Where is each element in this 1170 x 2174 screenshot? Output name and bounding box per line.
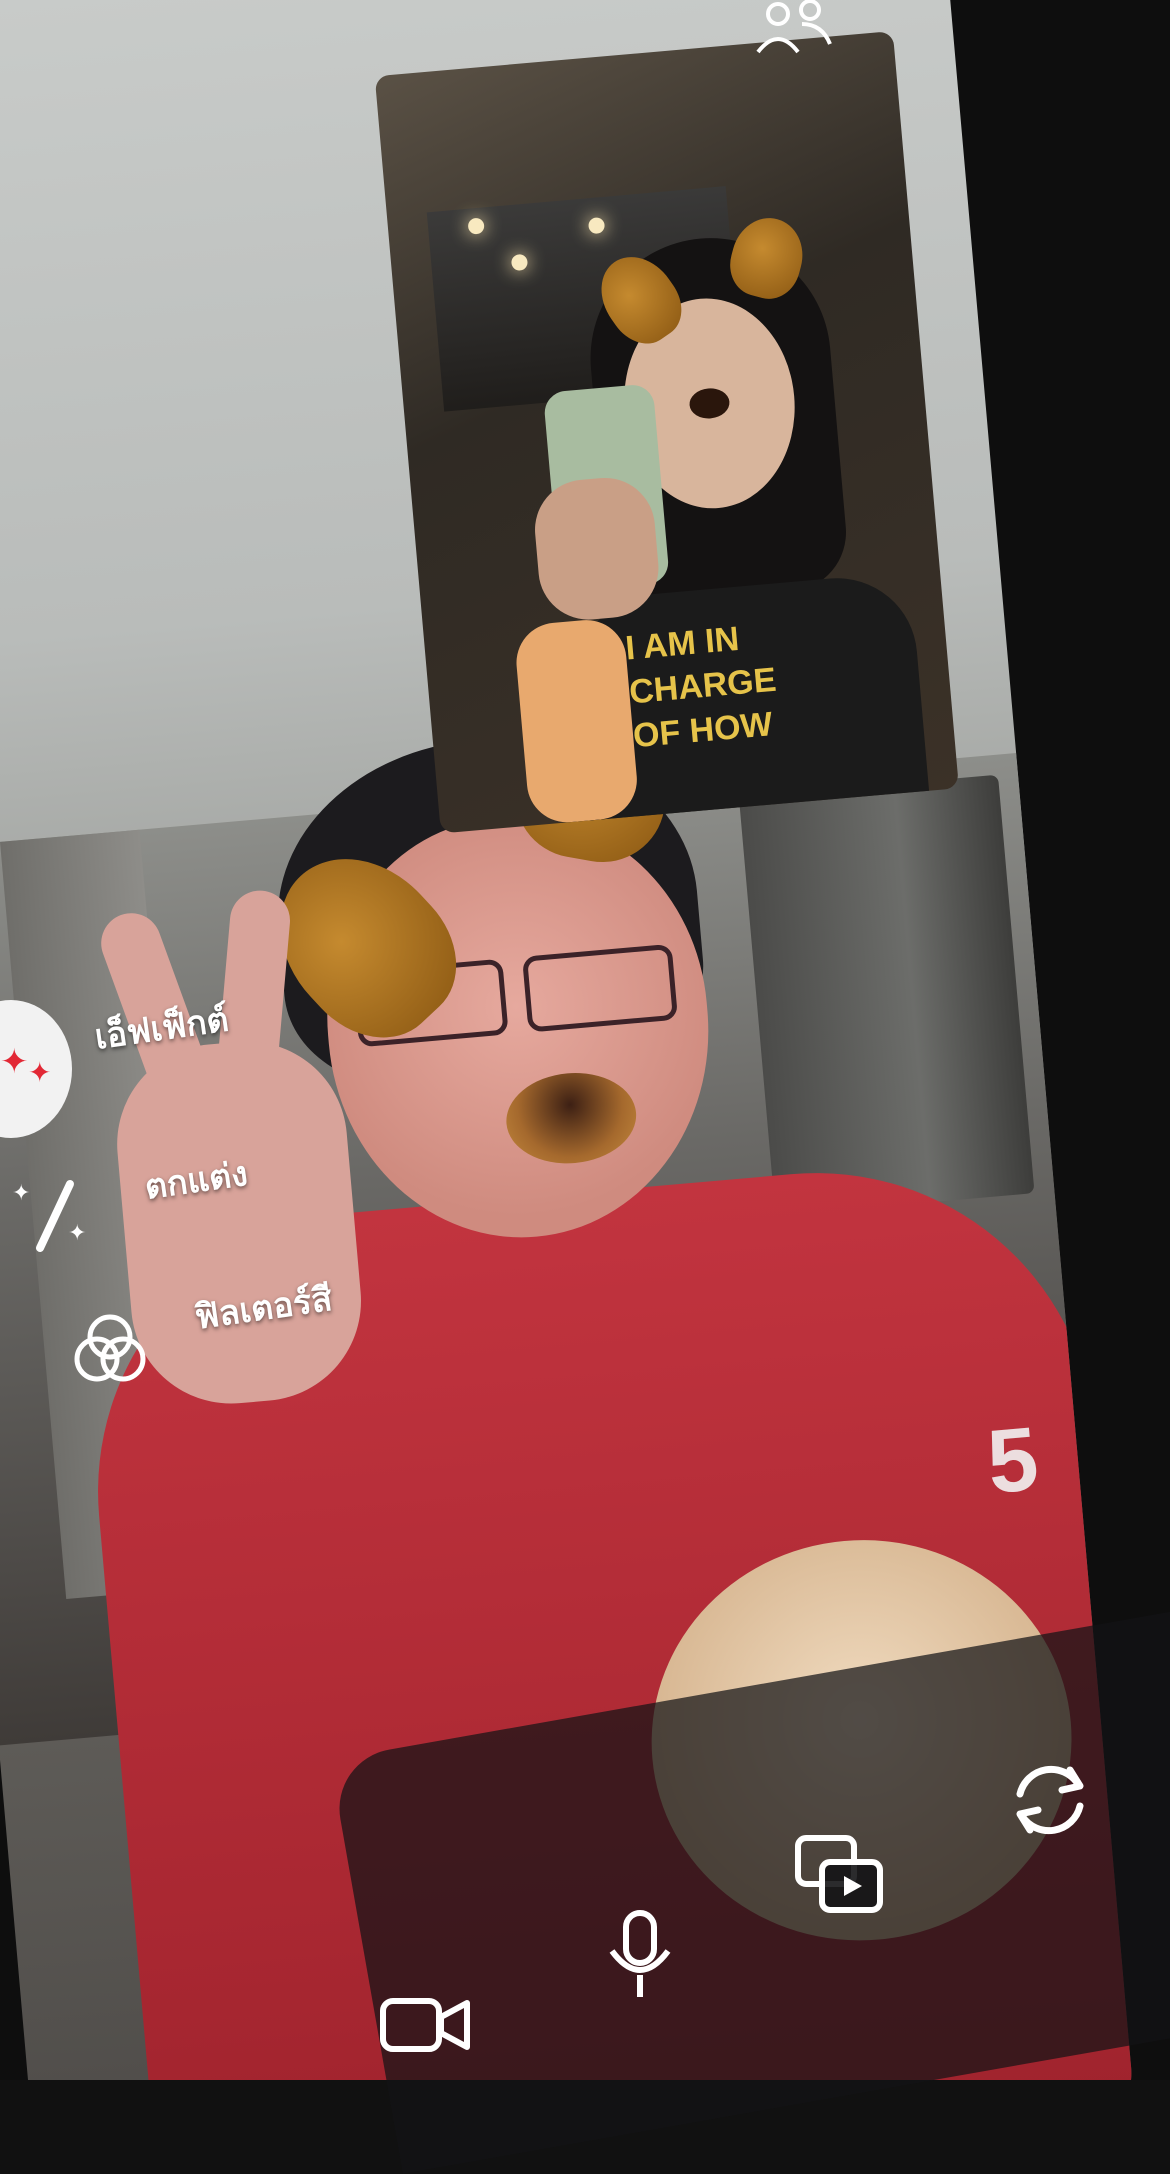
effects-button[interactable]: ✦ ✦ bbox=[0, 1000, 72, 1138]
effects-label[interactable]: เอ็ฟเฟ็กต์ bbox=[91, 992, 232, 1064]
bottom-toolbar bbox=[330, 1600, 1170, 2174]
sparkle-stars-icon: ✦ bbox=[28, 1056, 52, 1089]
color-circles-icon[interactable] bbox=[65, 1305, 155, 1395]
sparkle-stars-icon: ✦ bbox=[0, 1042, 29, 1082]
filter-label[interactable]: ฟิลเตอร์สี bbox=[191, 1271, 335, 1344]
magic-wand-icon[interactable]: ✦ ✦ bbox=[10, 1170, 100, 1260]
flip-camera-icon[interactable] bbox=[1000, 1750, 1100, 1850]
people-icon[interactable] bbox=[750, 0, 840, 60]
video-camera-icon[interactable] bbox=[375, 1985, 475, 2065]
svg-text:✦: ✦ bbox=[12, 1181, 30, 1206]
touchup-label[interactable]: ตกแต่ง bbox=[141, 1146, 251, 1214]
microphone-icon[interactable] bbox=[600, 1905, 680, 2005]
photo-video-icon[interactable] bbox=[790, 1830, 890, 1920]
call-controls-overlay: ✦ ✦ เอ็ฟเฟ็กต์ ✦ ✦ ตกแต่ง ฟิลเตอร์สี bbox=[0, 0, 1170, 2174]
svg-text:✦: ✦ bbox=[68, 1221, 86, 1246]
